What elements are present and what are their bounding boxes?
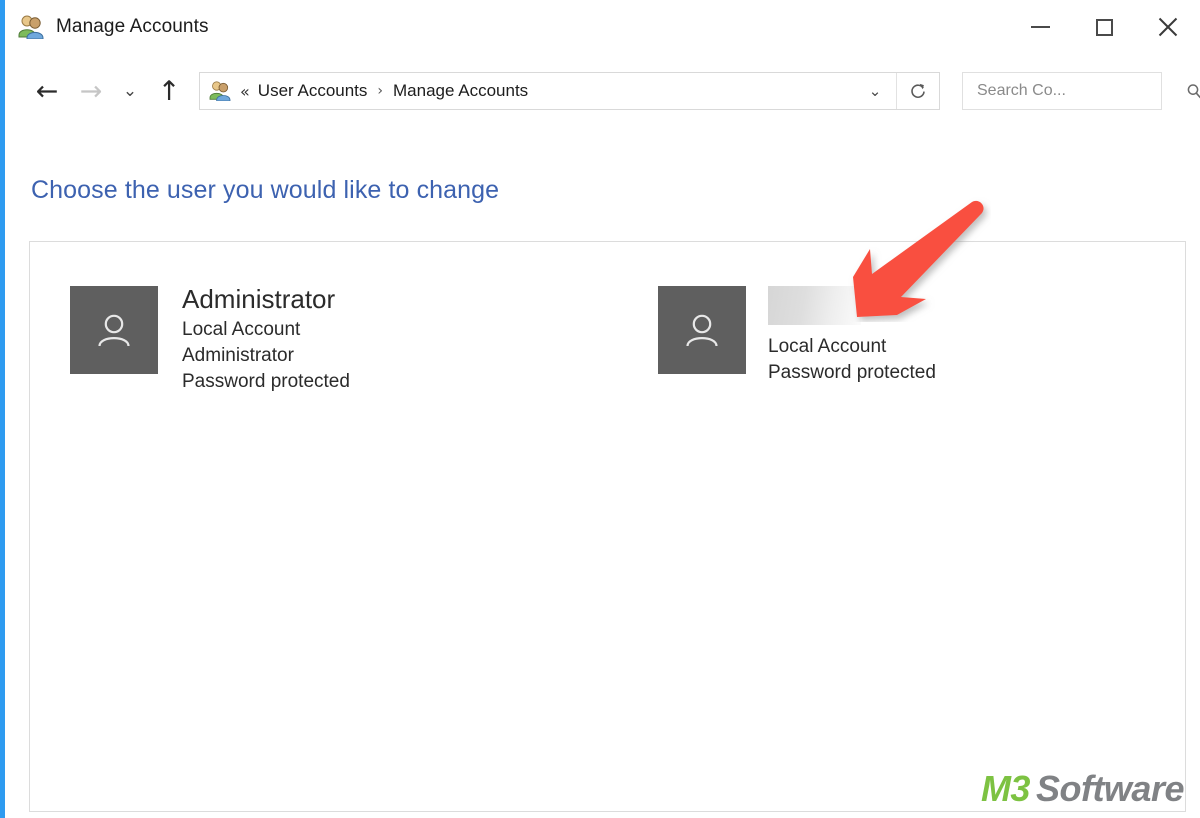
user-avatar-icon	[686, 314, 718, 347]
refresh-icon	[911, 83, 925, 98]
close-icon	[1156, 15, 1180, 39]
account-password-status: Password protected	[182, 370, 350, 392]
redacted-account-name	[768, 286, 861, 325]
back-arrow-icon: ←	[35, 75, 59, 107]
watermark-suffix: Software	[1035, 768, 1185, 809]
breadcrumb-item-user-accounts[interactable]: User Accounts	[258, 81, 368, 101]
back-button[interactable]: ←	[25, 69, 69, 113]
minimize-icon	[1030, 26, 1050, 28]
page-heading: Choose the user you would like to change	[31, 176, 500, 204]
account-type: Local Account	[768, 336, 887, 357]
account-tile-redacted[interactable]: Local Account Password protected	[658, 286, 936, 385]
address-dropdown-button[interactable]: ⌄	[854, 73, 896, 109]
maximize-button[interactable]	[1072, 0, 1136, 54]
up-arrow-icon: ↑	[157, 75, 181, 107]
navigation-bar: ← → ⌄ ↑ « User Accounts › Manage Account…	[5, 54, 1200, 128]
account-info: Administrator Local Account Administrato…	[182, 284, 350, 394]
avatar	[70, 286, 158, 374]
manage-accounts-window: Manage Accounts ← → ⌄ ↑ « User Accounts …	[0, 0, 1200, 818]
window-title: Manage Accounts	[56, 16, 209, 37]
maximize-icon	[1095, 18, 1113, 36]
chevron-down-icon: ⌄	[868, 82, 882, 100]
account-tile-administrator[interactable]: Administrator Local Account Administrato…	[70, 284, 350, 394]
up-button[interactable]: ↑	[147, 69, 191, 113]
user-avatar-icon	[98, 314, 130, 347]
forward-button[interactable]: →	[69, 69, 113, 113]
account-info: Local Account Password protected	[768, 286, 936, 385]
search-input[interactable]	[963, 81, 1186, 101]
breadcrumb-separator-icon: ›	[377, 83, 384, 99]
watermark-brand: M3	[980, 768, 1031, 809]
close-button[interactable]	[1136, 0, 1200, 54]
window-controls	[1008, 0, 1200, 54]
recent-locations-button[interactable]: ⌄	[113, 69, 147, 113]
breadcrumb-overflow-icon[interactable]: «	[240, 82, 250, 101]
avatar	[658, 286, 746, 374]
account-name: Administrator	[182, 284, 336, 314]
search-icon	[1186, 83, 1200, 100]
account-password-status: Password protected	[768, 361, 936, 383]
accounts-panel: Administrator Local Account Administrato…	[29, 241, 1186, 812]
refresh-button[interactable]	[896, 73, 939, 109]
chevron-down-icon: ⌄	[122, 80, 138, 101]
search-box[interactable]	[962, 72, 1200, 110]
account-role: Administrator	[182, 344, 294, 366]
minimize-button[interactable]	[1008, 0, 1072, 54]
address-bar[interactable]: « User Accounts › Manage Accounts ⌄	[199, 72, 940, 110]
watermark: M3 Software	[980, 768, 1185, 810]
title-bar: Manage Accounts	[5, 0, 1200, 54]
breadcrumb-item-manage-accounts[interactable]: Manage Accounts	[393, 81, 528, 101]
user-accounts-icon	[18, 15, 44, 40]
breadcrumb-user-accounts-icon	[209, 81, 231, 102]
account-type: Local Account	[182, 319, 301, 341]
forward-arrow-icon: →	[79, 75, 103, 107]
